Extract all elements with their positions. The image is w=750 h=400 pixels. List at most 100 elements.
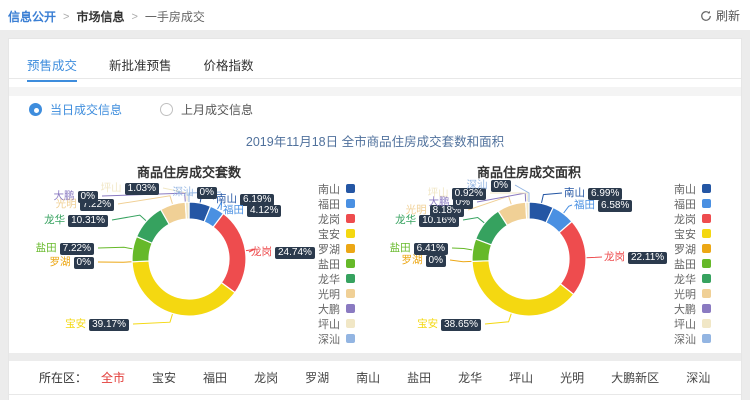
legend-item-pingshan[interactable]: 坪山: [295, 316, 355, 331]
legend-label: 盐田: [318, 256, 340, 272]
slice-label-value: 10.31%: [68, 215, 108, 227]
legend-item-futian[interactable]: 福田: [295, 196, 355, 211]
legend-item-dapeng[interactable]: 大鹏: [651, 301, 711, 316]
slice-label-name: 深汕: [467, 179, 488, 191]
donut-slice-longgang[interactable]: [559, 221, 586, 294]
slice-label-value: 22.11%: [628, 252, 667, 264]
slice-label-value: 0%: [78, 191, 98, 203]
slice-label-yantian: 盐田7.22%: [36, 242, 94, 254]
label-line-futian: [563, 205, 572, 214]
label-line-luohu: [450, 260, 472, 262]
legend-chip-guangming: [346, 289, 355, 298]
district-filter-label: 所在区：: [39, 369, 87, 386]
legend-item-pingshan[interactable]: 坪山: [651, 316, 711, 331]
slice-label-name: 坪山: [101, 182, 122, 194]
filter-option-nanshan[interactable]: 南山: [356, 369, 380, 386]
legend-label: 坪山: [318, 316, 340, 332]
slice-label-name: 罗湖: [402, 254, 423, 266]
slice-label-futian: 福田6.58%: [574, 199, 632, 211]
label-line-yantian: [452, 248, 473, 250]
refresh-icon: [700, 10, 712, 22]
legend-chip-baoan: [702, 229, 711, 238]
breadcrumb-market-info[interactable]: 市场信息: [76, 8, 124, 25]
label-line-longgang: [586, 257, 602, 258]
legend-chip-dapeng: [346, 304, 355, 313]
filter-divider-band: [9, 353, 741, 361]
slice-label-value: 0%: [426, 255, 446, 267]
slice-label-value: 39.17%: [89, 319, 129, 331]
legend-chip-longhua: [346, 274, 355, 283]
top-bar: 信息公开 > 市场信息 > 一手房成交 刷新: [0, 0, 750, 30]
legend-label: 光明: [318, 286, 340, 302]
legend-label: 龙岗: [318, 211, 340, 227]
donut-slice-baoan[interactable]: [472, 261, 574, 316]
filter-option-longhua[interactable]: 龙华: [458, 369, 482, 386]
slice-label-longhua: 龙华10.31%: [44, 214, 108, 226]
filter-option-longgang[interactable]: 龙岗: [254, 369, 278, 386]
label-line-baoan: [133, 314, 173, 324]
legend-label: 大鹏: [318, 301, 340, 317]
legend-label: 龙华: [318, 271, 340, 287]
filter-option-baoan[interactable]: 宝安: [152, 369, 176, 386]
slice-label-value: 0%: [197, 187, 217, 199]
label-line-nanshan: [541, 193, 562, 203]
legend-item-dapeng[interactable]: 大鹏: [295, 301, 355, 316]
legend-item-longgang[interactable]: 龙岗: [651, 211, 711, 226]
legend-chip-luohu: [346, 244, 355, 253]
slice-label-name: 龙岗: [251, 246, 272, 258]
legend-item-nanshan[interactable]: 南山: [651, 181, 711, 196]
slice-label-value: 6.58%: [598, 200, 632, 212]
donut-slice-pingshan[interactable]: [526, 202, 529, 219]
legend-item-longhua[interactable]: 龙华: [295, 271, 355, 286]
legend-chip-yantian: [702, 259, 711, 268]
legend-label: 龙华: [674, 271, 696, 287]
legend-label: 宝安: [318, 226, 340, 242]
filter-option-dapengxinqu[interactable]: 大鹏新区: [611, 369, 659, 386]
slice-label-yantian: 盐田6.41%: [390, 242, 448, 254]
label-line-guangming: [118, 196, 173, 205]
filter-option-quanshi[interactable]: 全市: [101, 369, 125, 386]
breadcrumb-separator: >: [63, 11, 69, 23]
legend-item-shenshan[interactable]: 深汕: [651, 331, 711, 346]
filter-option-pingshan[interactable]: 坪山: [509, 369, 533, 386]
filter-option-guangming[interactable]: 光明: [560, 369, 584, 386]
label-line-baoan: [485, 313, 511, 324]
legend-item-guangming[interactable]: 光明: [295, 286, 355, 301]
filter-option-luohu[interactable]: 罗湖: [305, 369, 329, 386]
legend-item-baoan[interactable]: 宝安: [651, 226, 711, 241]
slice-label-name: 龙华: [44, 214, 65, 226]
slice-label-value: 0%: [491, 180, 511, 192]
breadcrumb-info-disclosure[interactable]: 信息公开: [8, 8, 56, 25]
slice-label-nanshan: 南山6.99%: [564, 187, 622, 199]
refresh-label: 刷新: [716, 7, 740, 24]
donut-slice-pingshan[interactable]: [185, 202, 189, 219]
label-line-longhua: [112, 215, 147, 221]
refresh-button[interactable]: 刷新: [700, 7, 740, 24]
slice-label-name: 南山: [564, 187, 585, 199]
legend-chip-longgang: [346, 214, 355, 223]
slice-label-shenshan: 深汕0%: [173, 186, 217, 198]
legend-chip-nanshan: [346, 184, 355, 193]
legend-units: 南山福田龙岗宝安罗湖盐田龙华光明大鹏坪山深汕: [295, 181, 355, 346]
legend-label: 罗湖: [674, 241, 696, 257]
legend-label: 南山: [318, 181, 340, 197]
breadcrumb-separator: >: [131, 11, 137, 23]
donut-slice-longgang[interactable]: [213, 214, 246, 293]
breadcrumb: 信息公开 > 市场信息 > 一手房成交: [8, 8, 205, 25]
slice-label-baoan: 宝安38.65%: [417, 318, 481, 330]
legend-item-longhua[interactable]: 龙华: [651, 271, 711, 286]
filter-option-futian[interactable]: 福田: [203, 369, 227, 386]
legend-item-guangming[interactable]: 光明: [651, 286, 711, 301]
legend-label: 罗湖: [318, 241, 340, 257]
legend-item-longgang[interactable]: 龙岗: [295, 211, 355, 226]
legend-chip-futian: [702, 199, 711, 208]
filter-option-yantian[interactable]: 盐田: [407, 369, 431, 386]
legend-item-futian[interactable]: 福田: [651, 196, 711, 211]
legend-item-baoan[interactable]: 宝安: [295, 226, 355, 241]
slice-label-name: 宝安: [65, 318, 86, 330]
legend-item-shenshan[interactable]: 深汕: [295, 331, 355, 346]
donut-slice-baoan[interactable]: [132, 261, 235, 316]
legend-item-nanshan[interactable]: 南山: [295, 181, 355, 196]
filter-option-shenshan[interactable]: 深汕: [686, 369, 710, 386]
legend-chip-pingshan: [702, 319, 711, 328]
